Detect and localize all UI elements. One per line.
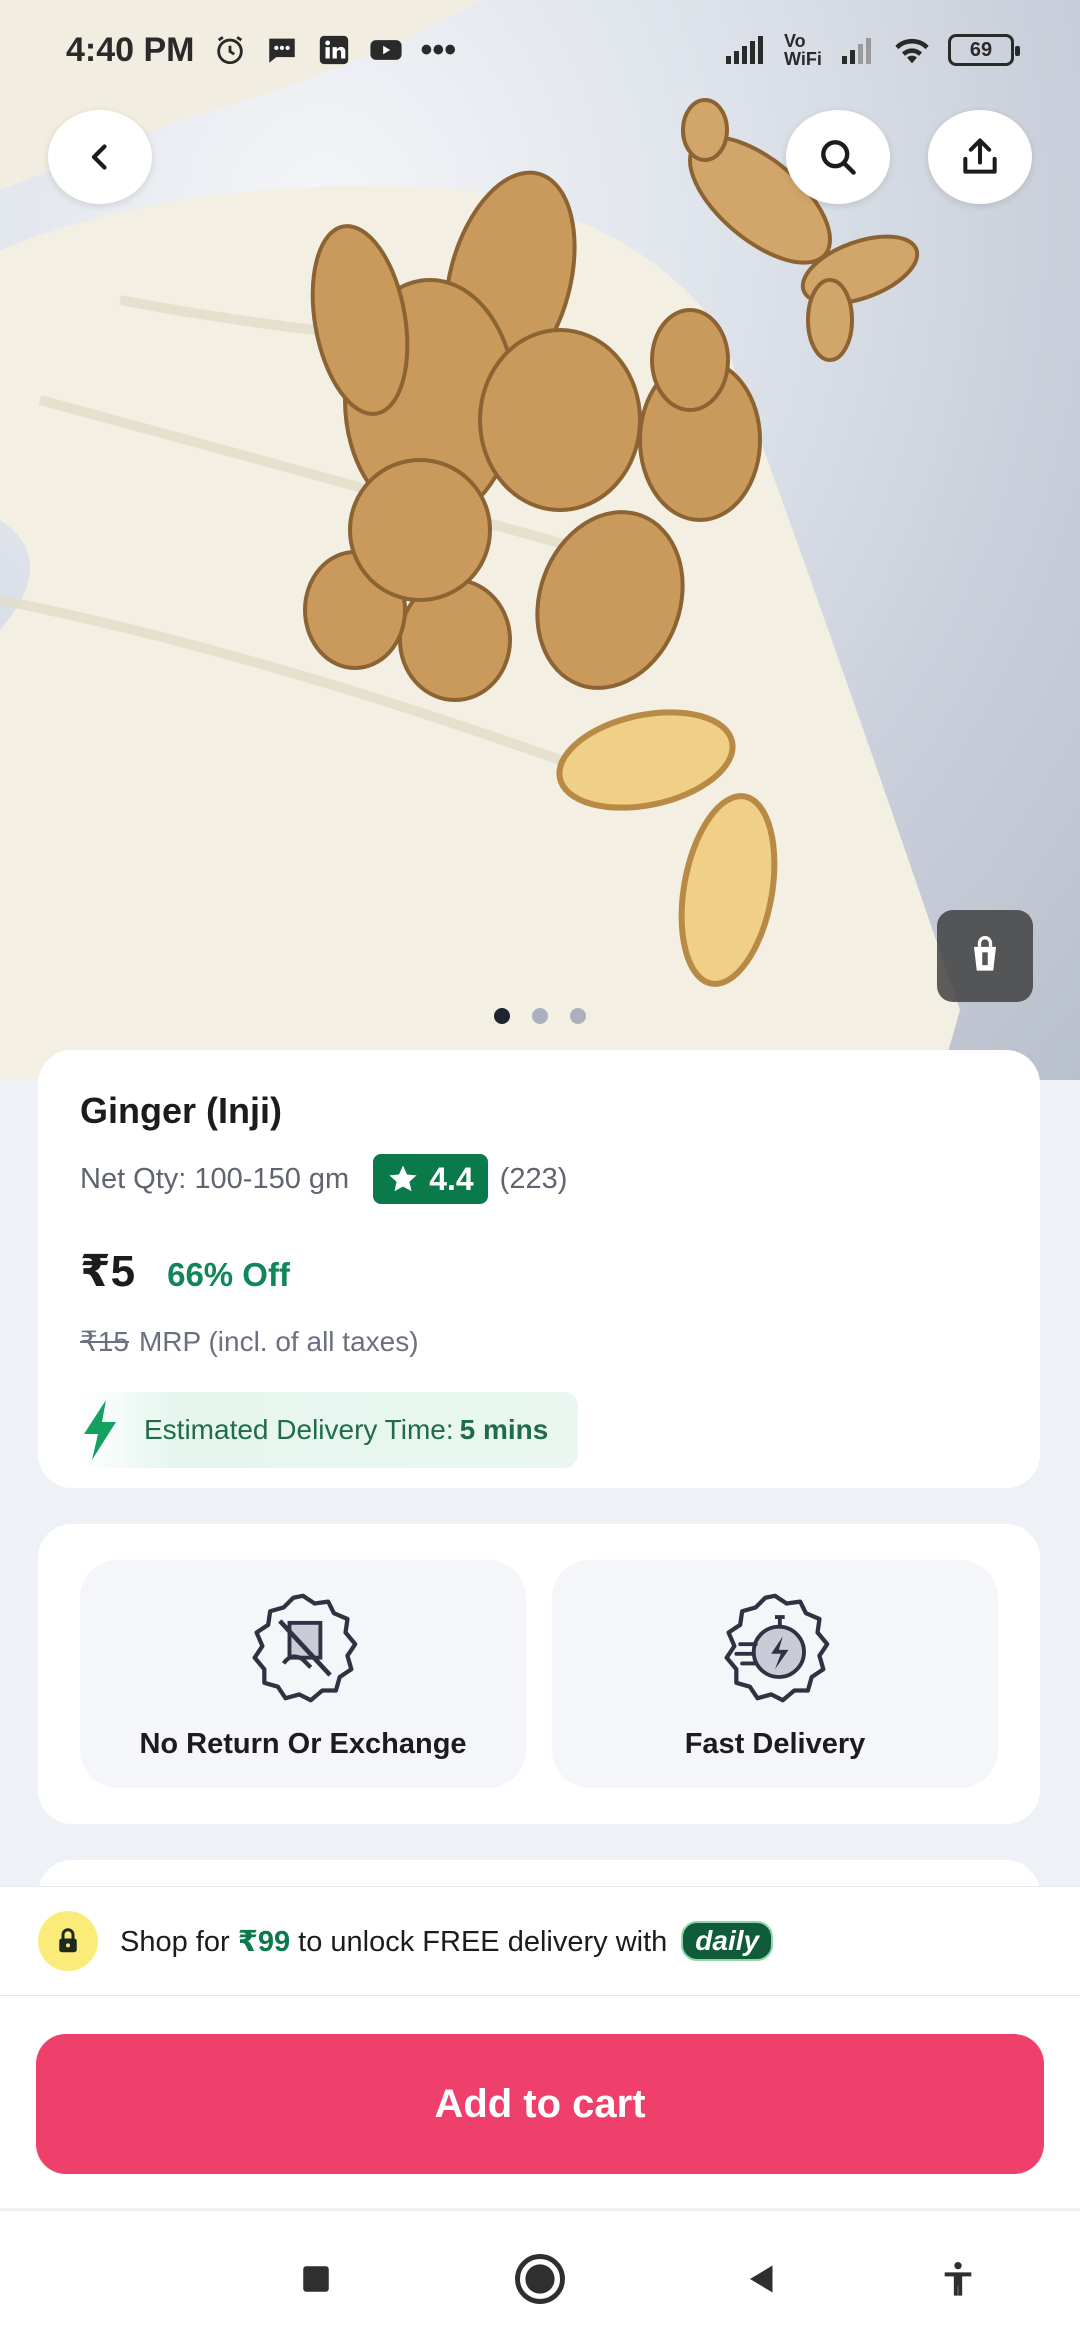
add-to-cart-button[interactable]: Add to cart xyxy=(36,2034,1044,2174)
rating-count: (223) xyxy=(499,1162,568,1195)
search-button[interactable] xyxy=(786,110,890,204)
price: ₹5 xyxy=(80,1247,136,1296)
discount-label: 66% Off xyxy=(167,1256,290,1293)
feature-label: No Return Or Exchange xyxy=(139,1728,467,1760)
lock-icon xyxy=(59,1928,77,1953)
fast-delivery-icon xyxy=(724,1593,830,1703)
bag-icon xyxy=(974,936,996,971)
delivery-estimate: Estimated Delivery Time: 5 mins xyxy=(80,1392,579,1468)
promo-text-end: to unlock FREE delivery with xyxy=(290,1925,668,1958)
battery-indicator: 69 xyxy=(948,34,1020,66)
chevron-left-icon xyxy=(91,144,107,170)
system-nav-bar xyxy=(0,2210,1080,2340)
product-image-gallery[interactable]: 4:40 PM ••• Vo WiFi 69 xyxy=(0,0,1080,1080)
mrp-row: ₹15 MRP (incl. of all taxes) xyxy=(80,1325,998,1358)
accessibility-icon xyxy=(944,2262,972,2296)
page-dot[interactable] xyxy=(570,1008,586,1024)
wifi-icon xyxy=(895,38,929,64)
feature-fast-delivery[interactable]: Fast Delivery xyxy=(552,1560,998,1788)
status-bar: 4:40 PM ••• Vo WiFi 69 xyxy=(0,0,1080,100)
search-icon xyxy=(821,140,856,175)
delivery-time: 5 mins xyxy=(459,1414,549,1445)
product-name: Ginger (Inji) xyxy=(80,1090,282,1131)
promo-amount: ₹99 xyxy=(237,1925,291,1958)
delivery-label: Estimated Delivery Time: xyxy=(144,1414,454,1445)
feature-label: Fast Delivery xyxy=(684,1728,866,1760)
triangle-back-icon xyxy=(750,2265,773,2293)
daily-logo: daily xyxy=(681,1921,774,1961)
youtube-icon xyxy=(369,40,402,60)
share-icon xyxy=(963,138,997,174)
lightning-icon xyxy=(84,1400,116,1460)
product-info-card: Ginger (Inji) Net Qty: 100-150 gm 4.4 (2… xyxy=(38,1050,1040,1488)
back-nav-button[interactable] xyxy=(734,2251,790,2307)
promo-text: Shop for ₹99 to unlock FREE delivery wit… xyxy=(120,1924,667,1959)
net-quantity: Net Qty: 100-150 gm xyxy=(80,1162,350,1195)
rating-badge[interactable]: 4.4 xyxy=(373,1154,488,1204)
signal-2-icon xyxy=(842,38,871,64)
gallery-page-indicator xyxy=(0,1008,1080,1024)
features-card: No Return Or Exchange Fast Delivery xyxy=(38,1524,1040,1824)
message-icon xyxy=(268,38,295,63)
cart-footer: Add to cart xyxy=(0,1996,1080,2208)
home-circle-icon xyxy=(515,2254,565,2304)
back-button[interactable] xyxy=(48,110,152,204)
product-image xyxy=(0,0,960,1080)
more-notifications: ••• xyxy=(420,30,457,69)
recents-button[interactable] xyxy=(288,2251,344,2307)
mrp-original-price: ₹15 xyxy=(80,1326,129,1357)
promo-text-start: Shop for xyxy=(120,1925,238,1958)
home-button[interactable] xyxy=(512,2251,568,2307)
vowifi-label: Vo WiFi xyxy=(784,31,822,69)
rating-value: 4.4 xyxy=(429,1160,474,1197)
mrp-label: MRP (incl. of all taxes) xyxy=(138,1326,419,1357)
share-button[interactable] xyxy=(928,110,1032,204)
signal-icon xyxy=(726,36,763,64)
page-dot[interactable] xyxy=(494,1008,510,1024)
alarm-icon xyxy=(216,36,243,65)
free-delivery-banner[interactable]: Shop for ₹99 to unlock FREE delivery wit… xyxy=(0,1886,1080,1996)
lock-badge xyxy=(38,1911,98,1971)
linkedin-icon xyxy=(319,35,348,65)
battery-level: 69 xyxy=(969,38,993,61)
status-time: 4:40 PM xyxy=(66,30,195,69)
no-return-icon xyxy=(252,1593,358,1703)
star-icon xyxy=(389,1165,417,1192)
page-dot[interactable] xyxy=(532,1008,548,1024)
square-icon xyxy=(303,2266,329,2292)
bag-button[interactable] xyxy=(937,910,1033,1002)
feature-no-return[interactable]: No Return Or Exchange xyxy=(80,1560,526,1788)
accessibility-button[interactable] xyxy=(930,2251,986,2307)
